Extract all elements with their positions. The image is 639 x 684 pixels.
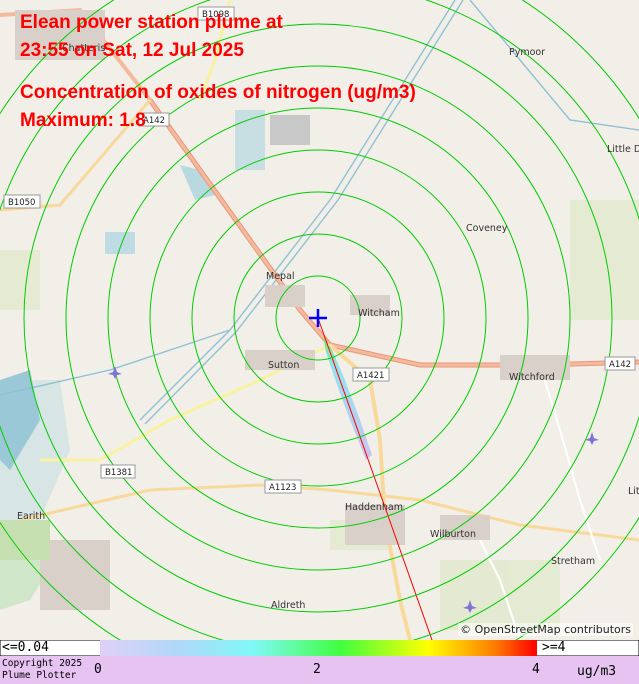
title-line-4: Maximum: 1.8 (20, 110, 146, 131)
place-label: Haddenham (345, 502, 403, 513)
road-label: A142 (609, 360, 631, 370)
place-label: Stretham (551, 556, 595, 567)
title-line-3: Concentration of oxides of nitrogen (ug/… (20, 82, 416, 103)
road-label: A142 (143, 116, 165, 126)
title-line-2: 23:55 on Sat, 12 Jul 2025 (20, 40, 244, 61)
place-label: Earith (17, 511, 45, 522)
copyright-line-1: Copyright 2025 (2, 658, 83, 669)
place-label: Little D (607, 144, 639, 155)
scale-tick-label: 2 (313, 662, 321, 677)
place-label: Litt (628, 486, 639, 497)
copyright-line-2: Plume Plotter (2, 670, 77, 681)
road-label: A1123 (269, 483, 296, 493)
place-label: Aldreth (271, 600, 305, 611)
place-label: Witchford (509, 372, 555, 383)
scale-tick-label: 0 (94, 662, 102, 677)
place-label: Coveney (466, 223, 508, 234)
title-line-1: Elean power station plume at (20, 12, 283, 33)
scale-unit: ug/m3 (577, 664, 617, 679)
place-label: Witcham (358, 308, 400, 319)
place-label: Wilburton (430, 529, 476, 540)
place-label: Mepal (266, 271, 295, 282)
colour-gradient (100, 640, 537, 656)
scale-min-label: <=0.04 (2, 640, 49, 655)
place-label: Sutton (268, 360, 299, 371)
map-attribution[interactable]: © OpenStreetMap contributors (458, 623, 633, 636)
road-label: B1050 (8, 198, 35, 208)
map-view[interactable]: Mepal Witcham Sutton Witchford Coveney P… (0, 0, 639, 640)
scale-tick-label: 4 (532, 662, 540, 677)
place-label: Pymoor (509, 47, 545, 58)
road-label: B1381 (105, 468, 132, 478)
road-label: A1421 (357, 371, 384, 381)
colour-scale: <=0.04 >=4 0 2 4 ug/m3 Copyright 2025 Pl… (0, 640, 639, 684)
scale-max-label: >=4 (542, 640, 566, 655)
